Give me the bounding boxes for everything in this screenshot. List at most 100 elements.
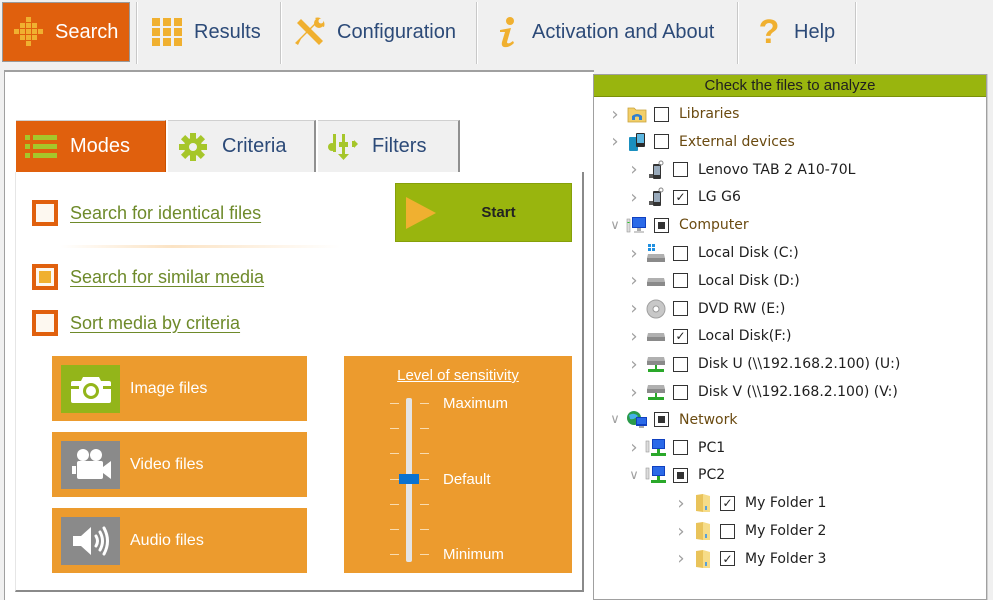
tree-node[interactable]: › ✓ Local Disk(F:) (627, 323, 791, 349)
expand-chevron-icon[interactable]: › (627, 382, 641, 403)
collapse-chevron-icon[interactable]: ∨ (627, 468, 641, 483)
tree-node-checkbox[interactable] (673, 467, 688, 483)
expand-chevron-icon[interactable]: › (627, 326, 641, 347)
tree-node-checkbox[interactable] (673, 273, 688, 289)
expand-chevron-icon[interactable]: › (627, 187, 641, 208)
tab-search[interactable]: Search (2, 2, 130, 62)
tree-node-checkbox[interactable] (673, 301, 688, 317)
video-files-label: Video files (130, 455, 204, 473)
tree-node[interactable]: › My Folder 2 (674, 518, 826, 544)
expand-chevron-icon[interactable]: › (674, 493, 688, 514)
subtab-filters[interactable]: Filters (318, 120, 460, 172)
option-identical-files[interactable]: Search for identical files (32, 200, 261, 226)
toolbar-separator (136, 2, 138, 64)
tree-node-checkbox[interactable] (720, 523, 735, 539)
tree-node[interactable]: › PC1 (627, 435, 725, 461)
tab-activation-about-label: Activation and About (532, 20, 715, 43)
tree-node-label: Local Disk(F:) (698, 328, 792, 345)
tree-node-checkbox[interactable] (673, 356, 688, 372)
sensitivity-title: Level of sensitivity (397, 367, 519, 384)
tree-node-checkbox[interactable] (673, 162, 688, 178)
tree-node[interactable]: › Libraries (608, 101, 739, 127)
tab-results[interactable]: Results (150, 2, 261, 62)
expand-chevron-icon[interactable]: › (627, 270, 641, 291)
tree-node[interactable]: › ✓ LG G6 (627, 184, 740, 210)
tree-node[interactable]: › DVD RW (E:) (627, 296, 785, 322)
expand-chevron-icon[interactable]: › (627, 354, 641, 375)
start-button[interactable]: Start (395, 183, 572, 242)
tree-node-checkbox[interactable] (654, 134, 669, 150)
sensitivity-slider-thumb[interactable] (399, 473, 419, 484)
drive-icon (645, 326, 667, 346)
expand-chevron-icon[interactable]: › (674, 548, 688, 569)
video-camera-icon (61, 440, 120, 489)
option-similar-media[interactable]: Search for similar media (32, 264, 264, 290)
sensitivity-tick (390, 528, 399, 530)
collapse-chevron-icon[interactable]: ∨ (608, 218, 622, 233)
sensitivity-tick (420, 403, 429, 404)
sensitivity-min-label: Minimum (443, 546, 504, 563)
image-files-button[interactable]: Image files (52, 356, 307, 421)
identical-files-checkbox[interactable] (32, 200, 58, 226)
tree-node[interactable]: › Lenovo TAB 2 A10-70L (627, 157, 855, 183)
tree-node-checkbox[interactable] (673, 440, 688, 456)
expand-chevron-icon[interactable]: › (627, 159, 641, 180)
tree-node-checkbox[interactable] (654, 106, 669, 122)
tree-node-label: Local Disk (D:) (698, 272, 800, 289)
expand-chevron-icon[interactable]: › (627, 243, 641, 264)
sensitivity-default-label: Default (443, 471, 491, 488)
tree-node-label: PC1 (698, 439, 726, 456)
audio-files-button[interactable]: Audio files (52, 508, 307, 573)
option-sort-media[interactable]: Sort media by criteria (32, 310, 240, 336)
sort-media-checkbox[interactable] (32, 310, 58, 336)
tree-node[interactable]: › Local Disk (C:) (627, 240, 798, 266)
expand-chevron-icon[interactable]: › (674, 521, 688, 542)
similar-media-checkbox[interactable] (32, 264, 58, 290)
tab-activation-about[interactable]: Activation and About (494, 2, 714, 62)
sort-media-link[interactable]: Sort media by criteria (70, 313, 240, 334)
tree-node[interactable]: › Disk U (\\192.168.2.100) (U:) (627, 351, 900, 377)
tree-node[interactable]: › ✓ My Folder 1 (674, 490, 826, 516)
tab-help[interactable]: ? Help (754, 2, 836, 62)
tree-node-label: Libraries (679, 106, 740, 122)
tree-node[interactable]: ∨ Computer (608, 212, 749, 238)
subtab-criteria[interactable]: Criteria (168, 120, 316, 172)
audio-files-label: Audio files (130, 531, 204, 549)
partial-indicator (658, 221, 665, 229)
tree-node[interactable]: › ✓ My Folder 3 (674, 546, 826, 572)
tree-node[interactable]: ∨ Network (608, 407, 737, 433)
tree-node-checkbox[interactable] (654, 217, 669, 233)
expand-chevron-icon[interactable]: › (608, 104, 622, 125)
tab-search-label: Search (55, 20, 119, 43)
external-devices-icon (626, 132, 648, 152)
sensitivity-tick (390, 478, 399, 480)
tree-node-checkbox[interactable] (673, 245, 688, 261)
expand-chevron-icon[interactable]: › (627, 298, 641, 319)
expand-chevron-icon[interactable]: › (608, 131, 622, 152)
video-files-button[interactable]: Video files (52, 432, 307, 497)
sensitivity-max-label: Maximum (443, 395, 509, 412)
tree-node-checkbox[interactable]: ✓ (673, 328, 688, 344)
similar-media-link[interactable]: Search for similar media (70, 267, 264, 288)
tab-configuration[interactable]: Configuration (293, 2, 456, 62)
sensitivity-tick (420, 503, 429, 505)
tree-node-checkbox[interactable] (673, 384, 688, 400)
tree-node-checkbox[interactable]: ✓ (673, 189, 688, 205)
identical-files-link[interactable]: Search for identical files (70, 203, 261, 224)
tree-node[interactable]: ∨ PC2 (627, 462, 725, 488)
tree-node-label: My Folder 3 (745, 550, 827, 567)
speaker-icon (61, 516, 120, 565)
expand-chevron-icon[interactable]: › (627, 437, 641, 458)
tree-node-checkbox[interactable]: ✓ (720, 495, 735, 511)
subtab-modes-label: Modes (70, 135, 131, 157)
tree-node-checkbox[interactable]: ✓ (720, 551, 735, 567)
subtab-modes[interactable]: Modes (16, 120, 166, 172)
network-computer-icon (645, 438, 667, 458)
collapse-chevron-icon[interactable]: ∨ (608, 412, 622, 427)
tree-node[interactable]: › Local Disk (D:) (627, 268, 800, 294)
tree-node[interactable]: › External devices (608, 129, 794, 155)
network-drive-icon (645, 354, 667, 374)
tree-node[interactable]: › Disk V (\\192.168.2.100) (V:) (627, 379, 897, 405)
tab-configuration-label: Configuration (337, 20, 456, 43)
tree-node-checkbox[interactable] (654, 412, 669, 428)
